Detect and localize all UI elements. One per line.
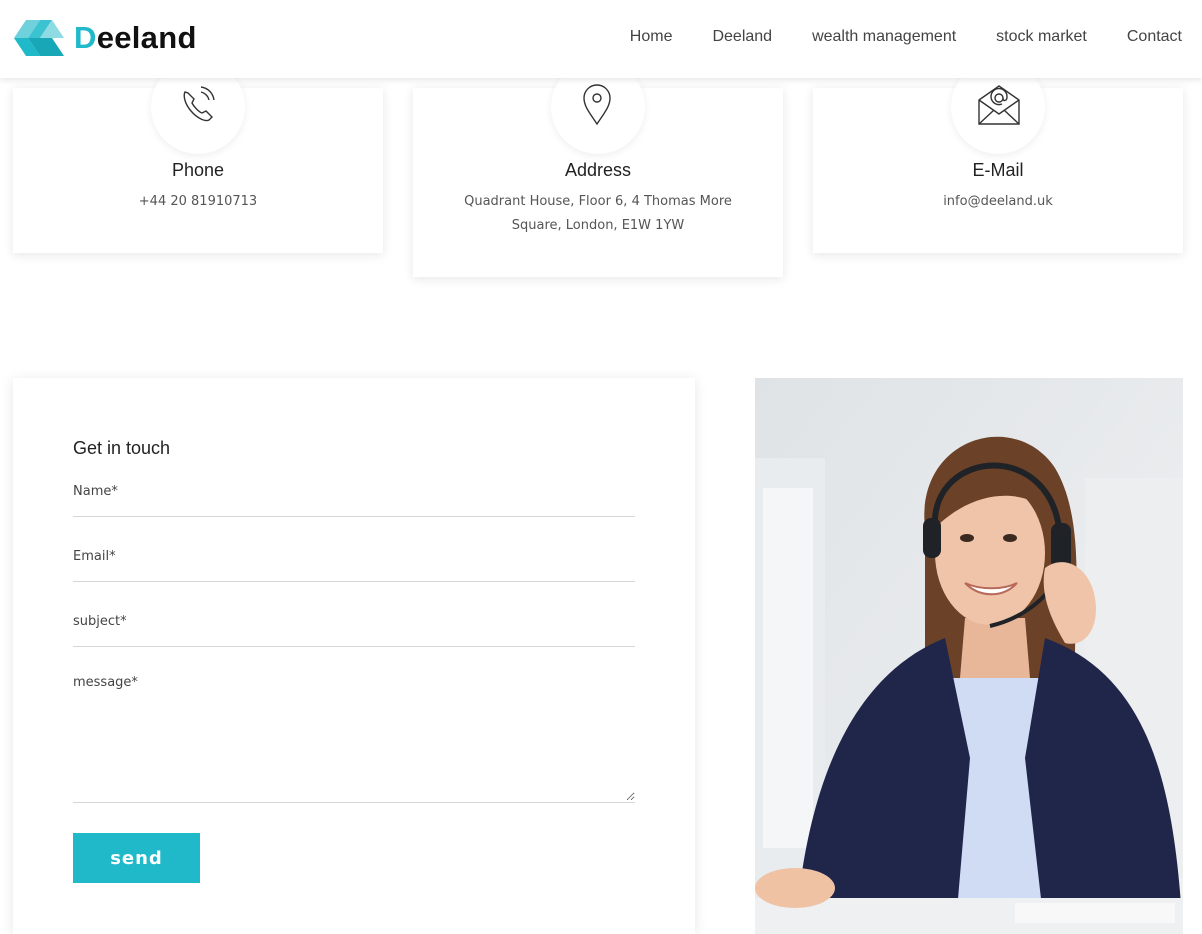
support-agent-illustration	[755, 378, 1183, 934]
send-button[interactable]: send	[73, 833, 200, 883]
nav-contact[interactable]: Contact	[1127, 28, 1182, 46]
form-title: Get in touch	[73, 438, 171, 458]
nav-home[interactable]: Home	[630, 28, 673, 46]
address-card: Address Quadrant House, Floor 6, 4 Thoma…	[413, 60, 783, 277]
contact-form: Get in touch send	[13, 378, 695, 934]
email-card: E-Mail info@deeland.uk	[813, 60, 1183, 253]
logo-mark-icon	[14, 20, 64, 56]
site-header: Deeland Home Deeland wealth management s…	[0, 0, 1202, 78]
support-agent-photo	[755, 378, 1183, 934]
logo[interactable]: Deeland	[12, 16, 197, 60]
nav-wealth-management[interactable]: wealth management	[812, 28, 956, 46]
address-title: Address	[564, 160, 632, 180]
subject-input[interactable]	[73, 614, 635, 629]
envelope-icon	[978, 85, 1020, 125]
phone-icon	[183, 86, 215, 122]
location-pin-icon	[583, 84, 611, 126]
email-input[interactable]	[73, 549, 635, 564]
email-address[interactable]: info@deeland.uk	[853, 190, 1143, 214]
phone-title: Phone	[171, 160, 225, 180]
message-field	[73, 675, 635, 803]
subject-field	[73, 612, 635, 647]
name-input[interactable]	[73, 484, 635, 499]
email-title: E-Mail	[972, 160, 1024, 180]
logo-text: Deeland	[74, 20, 197, 55]
email-field	[73, 547, 635, 582]
nav-stock-market[interactable]: stock market	[996, 28, 1087, 46]
message-textarea[interactable]	[73, 675, 635, 801]
name-field	[73, 482, 635, 517]
phone-card: Phone +44 20 81910713	[13, 60, 383, 253]
address-text: Quadrant House, Floor 6, 4 Thomas More S…	[464, 194, 732, 233]
phone-number[interactable]: +44 20 81910713	[53, 190, 343, 214]
nav-deeland[interactable]: Deeland	[712, 28, 772, 46]
main-nav: Home Deeland wealth management stock mar…	[590, 28, 1182, 46]
